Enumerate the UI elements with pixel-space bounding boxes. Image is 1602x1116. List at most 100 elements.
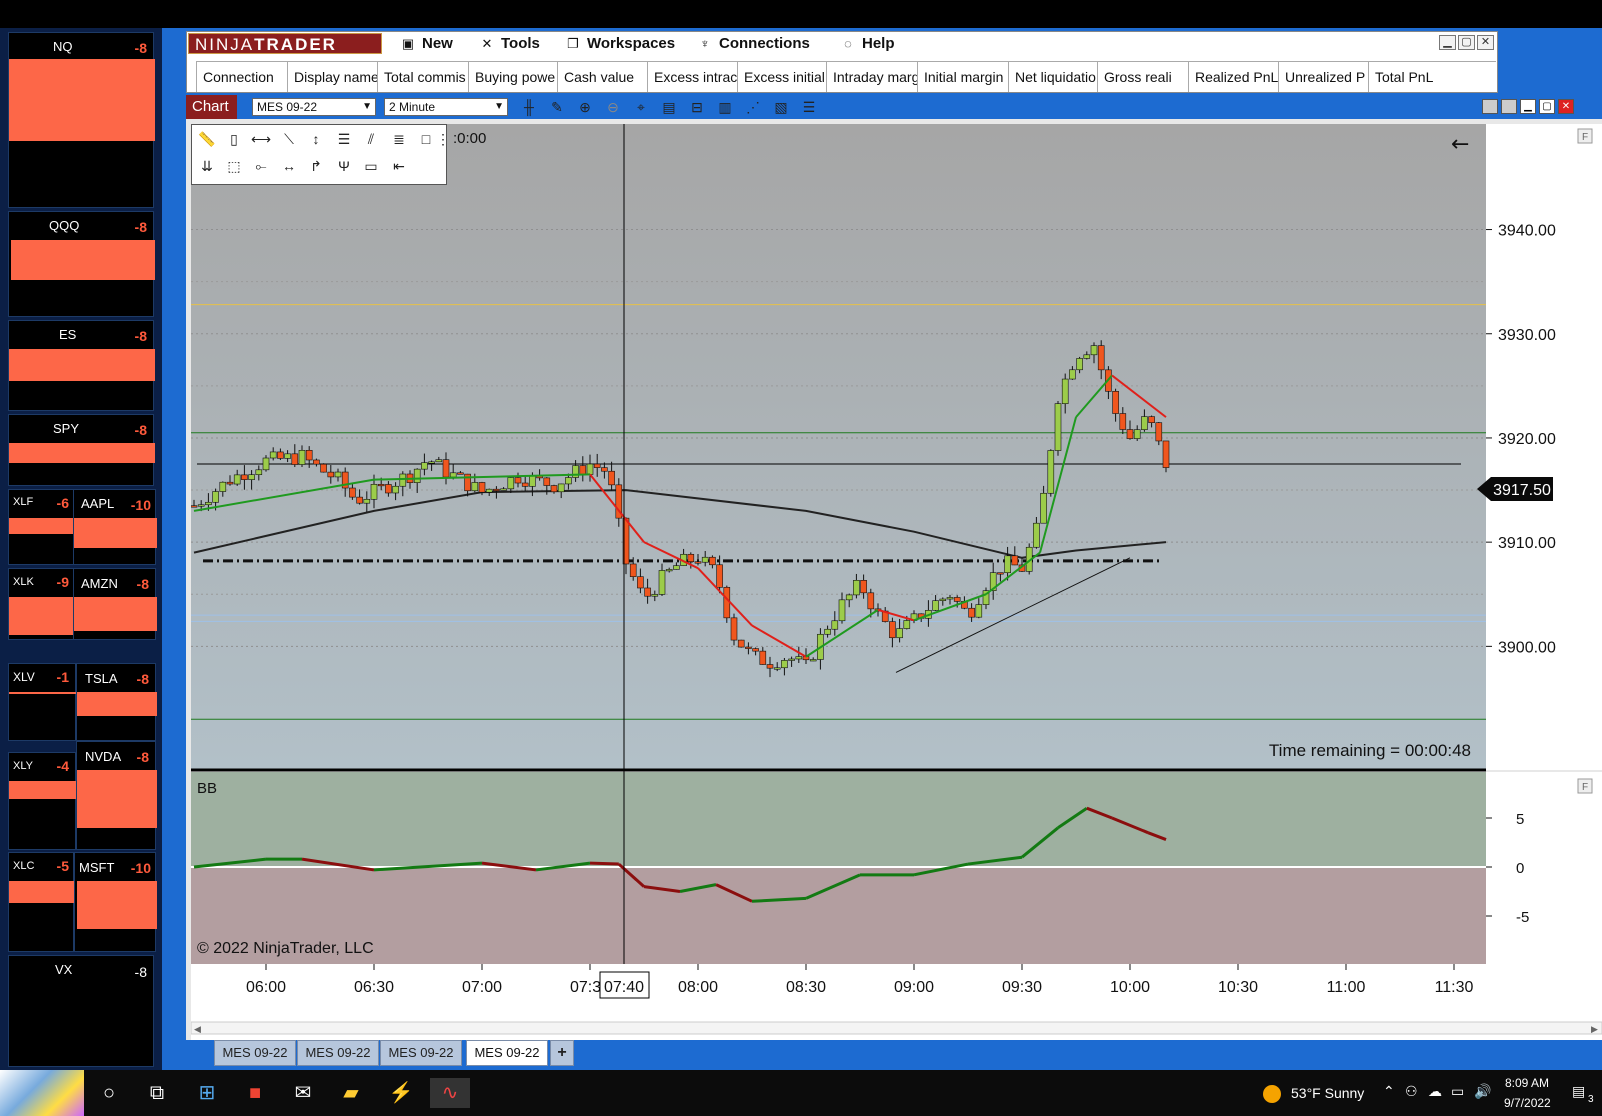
clock-time[interactable]: 8:09 AM [1505,1076,1549,1090]
tile-nq[interactable]: NQ -8 [8,32,155,208]
maximize-button[interactable]: ▢ [1539,99,1555,114]
chart-tab[interactable]: MES 09-22 [297,1040,379,1066]
notification-icon[interactable]: ▤ [1572,1083,1585,1100]
tile-xly[interactable]: XLY -4 [8,752,77,850]
menu-workspaces[interactable]: ❐ Workspaces [565,34,675,54]
start-button[interactable] [0,1070,84,1116]
weather-text[interactable]: 53°F Sunny [1291,1085,1364,1101]
fib-icon[interactable]: ≣ [388,128,410,150]
tile-msft[interactable]: MSFT -10 [74,852,157,952]
instrument-selector[interactable]: MES 09-22 ▼ [252,98,376,116]
dashed-rect-icon[interactable]: ⬚ [223,155,245,177]
list-icon[interactable]: ☰ [799,98,819,116]
zoom-out-icon[interactable]: ⊖ [603,98,623,116]
display-icon[interactable]: ▭ [1451,1083,1464,1100]
arrow-down-icon[interactable]: ⇊ [196,155,218,177]
chart-tab[interactable]: MES 09-22 [380,1040,462,1066]
col-net-liquidation[interactable]: Net liquidatio [1008,62,1097,92]
parallel-channel-icon[interactable]: ⫽ [360,128,382,150]
ninjatrader-app-icon[interactable]: ⚡ [386,1078,416,1108]
line-icon[interactable]: ⟷ [250,128,272,150]
risk-reward-icon[interactable]: ⇤ [388,155,410,177]
scroll-right-icon[interactable]: ▶ [1591,1024,1598,1034]
box-icon[interactable]: ▭ [360,155,382,177]
minimize-button[interactable]: ▁ [1520,99,1536,114]
tile-vx[interactable]: VX -8 [8,955,154,1067]
tray-chevron-icon[interactable]: ⌃ [1383,1083,1395,1100]
arrow-left-icon[interactable]: ← [1451,132,1469,157]
tile-tsla[interactable]: TSLA -8 [76,663,157,741]
tile-xlf[interactable]: XLF -6 [8,489,75,565]
zoom-in-icon[interactable]: ⊕ [575,98,595,116]
close-button[interactable]: ✕ [1477,35,1494,50]
menu-help[interactable]: ◌ Help [840,34,894,54]
add-tab-button[interactable]: + [550,1040,574,1066]
scroll-left-icon[interactable]: ◀ [194,1024,201,1034]
close-button[interactable]: ✕ [1558,99,1574,114]
mail-icon[interactable]: ✉ [288,1078,318,1108]
indicators-icon[interactable]: ▥ [715,98,735,116]
rectangle-icon[interactable]: □ [415,128,437,150]
strategies-icon[interactable]: ⋰ [743,98,763,116]
window-button-b[interactable] [1501,99,1517,114]
tile-spy[interactable]: SPY -8 [8,414,155,486]
cloud-icon[interactable]: ☁ [1428,1083,1442,1100]
ruler-icon[interactable]: 📏 [196,128,218,150]
toolbar-grip-icon[interactable]: ⋮ [436,128,450,150]
pitchfork-icon[interactable]: Ψ [333,155,355,177]
clock-date[interactable]: 9/7/2022 [1504,1096,1551,1110]
extended-line-icon[interactable]: ⟜ [250,155,272,177]
col-connection[interactable]: Connection [196,62,287,92]
properties-icon[interactable]: ▤ [659,98,679,116]
ray-icon[interactable]: ⟍ [278,128,300,150]
chart-trader-icon[interactable]: ▧ [771,98,791,116]
col-realized-pnl[interactable]: Realized PnL [1188,62,1278,92]
tile-xlk[interactable]: XLK -9 [8,568,75,640]
tile-xlv[interactable]: XLV -1 [8,663,77,741]
vertical-line-icon[interactable]: ↕ [305,128,327,150]
search-icon[interactable]: ○ [94,1078,124,1108]
tile-qqq[interactable]: QQQ -8 [8,211,155,317]
folder-icon[interactable]: ▰ [336,1078,366,1108]
menu-new[interactable]: ▣ New [400,34,453,54]
horizontal-lines-icon[interactable]: ☰ [333,128,355,150]
col-display-name[interactable]: Display name [287,62,377,92]
chart-tab-active[interactable]: MES 09-22 [466,1040,548,1066]
col-intraday-margin[interactable]: Intraday marg [826,62,917,92]
col-cash-value[interactable]: Cash value [557,62,647,92]
col-buying-power[interactable]: Buying powe [468,62,557,92]
crosshair-icon[interactable]: ⌖ [631,98,651,116]
maximize-button[interactable]: ▢ [1458,35,1475,50]
bar-type-icon[interactable]: ╫ [519,98,539,116]
col-gross-realized[interactable]: Gross reali [1097,62,1188,92]
region-icon[interactable]: ▯ [223,128,245,150]
network-icon[interactable]: ⚇ [1405,1083,1418,1100]
col-excess-initial[interactable]: Excess initial [737,62,826,92]
tile-xlc[interactable]: XLC -5 [8,852,75,952]
price-chart[interactable]: 3900.00 3910.00 3920.00 3930.00 3940.00 -5 0 5… [191,124,1602,1046]
chart-tab[interactable]: MES 09-22 [214,1040,296,1066]
col-total-pnl[interactable]: Total PnL [1368,62,1460,92]
volume-icon[interactable]: 🔊 [1474,1083,1491,1100]
col-total-commission[interactable]: Total commis [377,62,468,92]
col-unrealized-pnl[interactable]: Unrealized P [1278,62,1368,92]
tile-amzn[interactable]: AMZN -8 [73,568,157,640]
minimize-button[interactable]: ▁ [1439,35,1456,50]
store-icon[interactable]: ⊞ [192,1078,222,1108]
horizontal-scrollbar[interactable] [191,1021,1602,1035]
menu-tools[interactable]: ✕ Tools [479,34,540,54]
templates-icon[interactable]: ⊟ [687,98,707,116]
menu-connections[interactable]: ♆ Connections [697,34,810,54]
angle-icon[interactable]: ↱ [305,155,327,177]
col-excess-intraday[interactable]: Excess intrac [647,62,737,92]
measure-icon[interactable]: ↔ [278,155,300,177]
pencil-icon[interactable]: ✎ [547,98,567,116]
task-view-icon[interactable]: ⧉ [142,1078,172,1108]
col-initial-margin[interactable]: Initial margin [917,62,1008,92]
window-button-a[interactable] [1482,99,1498,114]
interval-selector[interactable]: 2 Minute ▼ [384,98,508,116]
office-icon[interactable]: ■ [240,1078,270,1108]
app-icon[interactable]: ∿ [430,1078,470,1108]
tile-es[interactable]: ES -8 [8,320,155,411]
tile-nvda[interactable]: NVDA -8 [76,741,157,850]
